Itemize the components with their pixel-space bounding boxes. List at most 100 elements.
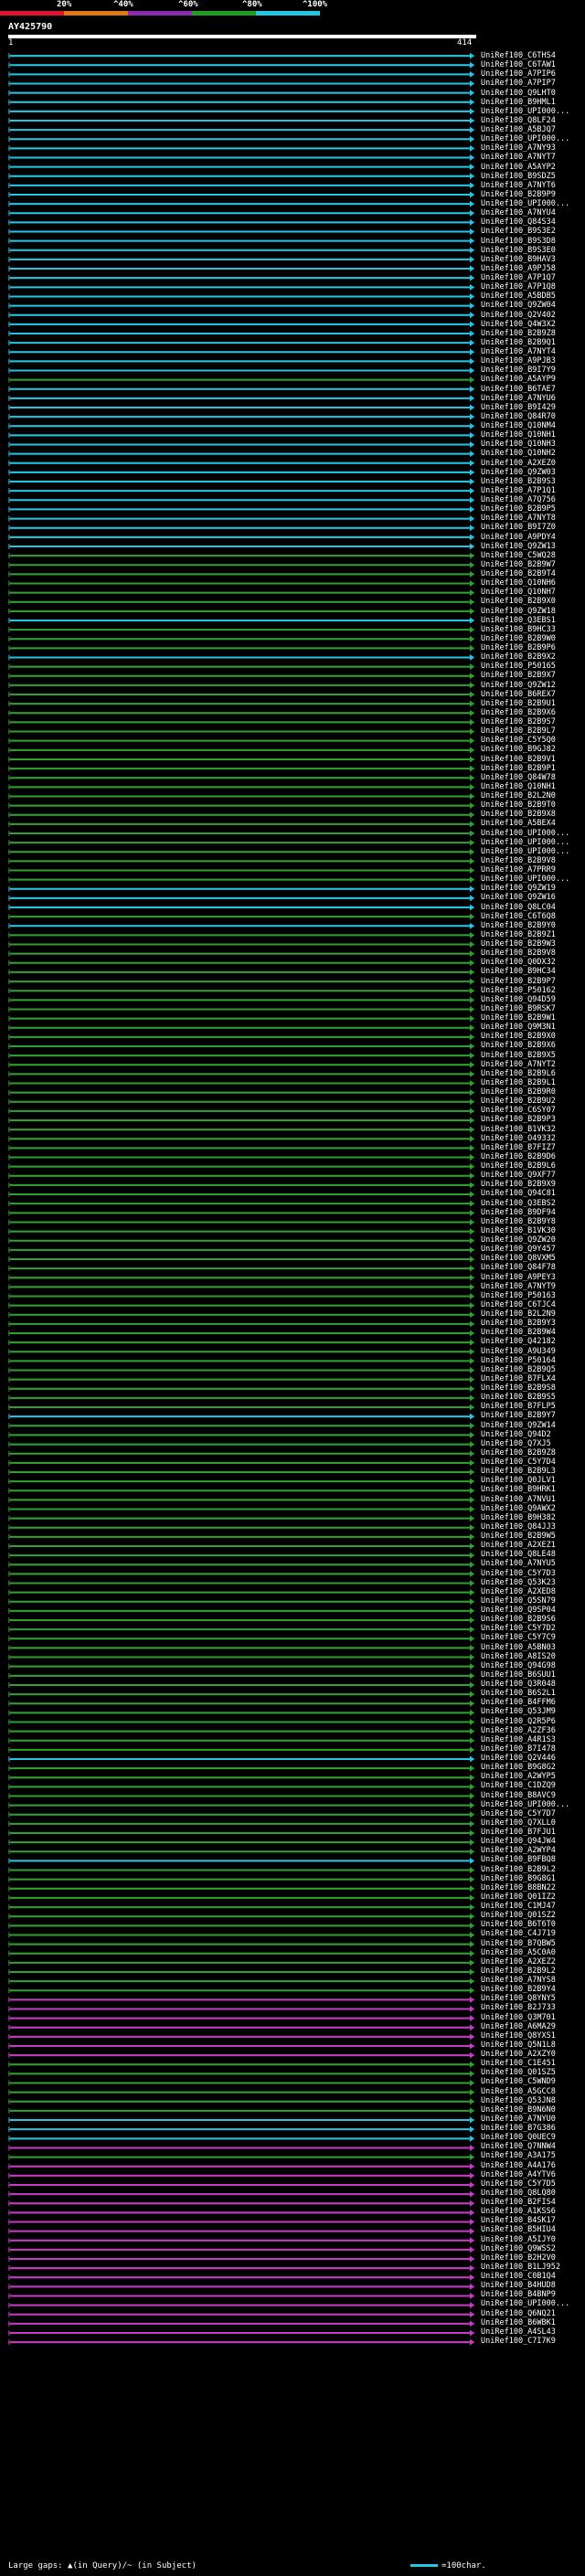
hit-label[interactable]: UniRef100_C5Y7D3 [481,1569,585,1578]
hit-label[interactable]: UniRef100_Q9ZW13 [481,542,585,551]
hit-alignment-row[interactable] [8,144,474,152]
hit-label[interactable]: UniRef100_A2XZY0 [481,2050,585,2059]
hit-label[interactable]: UniRef100_B2B9S5 [481,1393,585,1402]
hit-label[interactable]: UniRef100_B2B9X5 [481,1051,585,1060]
hit-alignment-row[interactable] [8,487,474,494]
hit-alignment-row[interactable] [8,608,474,615]
hit-label[interactable]: UniRef100_Q94C81 [481,1189,585,1198]
hit-label[interactable]: UniRef100_A7P1Q1 [481,486,585,495]
hit-alignment-row[interactable] [8,1108,474,1115]
hit-alignment-row[interactable] [8,1330,474,1337]
hit-label[interactable]: UniRef100_Q9ZW12 [481,681,585,690]
hit-label[interactable]: UniRef100_Q9WSS2 [481,2244,585,2253]
hit-label[interactable]: UniRef100_B5HIU4 [481,2225,585,2234]
hit-alignment-row[interactable] [8,1876,474,1883]
hit-label[interactable]: UniRef100_P50163 [481,1291,585,1300]
hit-alignment-row[interactable] [8,1728,474,1735]
hit-label[interactable]: UniRef100_A9PJ58 [481,264,585,273]
hit-label[interactable]: UniRef100_B7QBW5 [481,1939,585,1948]
hit-alignment-row[interactable] [8,1246,474,1254]
hit-label[interactable]: UniRef100_B2B9P5 [481,504,585,514]
hit-label[interactable]: UniRef100_Q84S34 [481,217,585,227]
hit-alignment-row[interactable] [8,90,474,97]
hit-alignment-row[interactable] [8,2200,474,2207]
hit-label[interactable]: UniRef100_Q7XLL0 [481,1818,585,1828]
hit-label[interactable]: UniRef100_A4YTV6 [481,2170,585,2179]
hit-alignment-row[interactable] [8,154,474,161]
hit-alignment-row[interactable] [8,1218,474,1225]
hit-label[interactable]: UniRef100_B2B9W1 [481,1013,585,1023]
hit-alignment-row[interactable] [8,218,474,226]
hit-label[interactable]: UniRef100_C5WQ28 [481,551,585,560]
hit-alignment-row[interactable] [8,274,474,281]
hit-alignment-row[interactable] [8,2302,474,2309]
hit-alignment-row[interactable] [8,451,474,458]
hit-label[interactable]: UniRef100_B2B9X8 [481,810,585,819]
hit-label[interactable]: UniRef100_Q42182 [481,1337,585,1346]
hit-alignment-row[interactable] [8,525,474,532]
hit-alignment-row[interactable] [8,1256,474,1263]
hit-label[interactable]: UniRef100_UPI000... [481,2299,585,2308]
hit-alignment-row[interactable] [8,626,474,633]
hit-alignment-row[interactable] [8,265,474,272]
hit-label[interactable]: UniRef100_A5BN03 [481,1643,585,1652]
hit-alignment-row[interactable] [8,534,474,541]
hit-label[interactable]: UniRef100_Q10NH2 [481,449,585,458]
hit-alignment-row[interactable] [8,839,474,846]
hit-alignment-row[interactable] [8,1135,474,1142]
hit-alignment-row[interactable] [8,1302,474,1309]
hit-alignment-row[interactable] [8,348,474,355]
hit-label[interactable]: UniRef100_Q9M3N1 [481,1023,585,1032]
hit-alignment-row[interactable] [8,1320,474,1328]
hit-alignment-row[interactable] [8,1552,474,1559]
hit-alignment-row[interactable] [8,1459,474,1467]
hit-alignment-row[interactable] [8,673,474,680]
hit-alignment-row[interactable] [8,1079,474,1087]
hit-label[interactable]: UniRef100_B9DF94 [481,1208,585,1217]
hit-alignment-row[interactable] [8,228,474,236]
hit-label[interactable]: UniRef100_C1E451 [481,2059,585,2068]
hit-alignment-row[interactable] [8,2338,474,2346]
hit-label[interactable]: UniRef100_C6T6Q8 [481,912,585,921]
hit-label[interactable]: UniRef100_B2B9D6 [481,1152,585,1161]
hit-label[interactable]: UniRef100_B9I7Y9 [481,366,585,375]
hit-label[interactable]: UniRef100_Q9ZW19 [481,884,585,893]
hit-alignment-row[interactable] [8,505,474,513]
hit-alignment-row[interactable] [8,543,474,550]
hit-alignment-row[interactable] [8,1654,474,1661]
hit-label[interactable]: UniRef100_A7NYT6 [481,181,585,190]
hit-label[interactable]: UniRef100_A7PIP7 [481,79,585,88]
hit-label[interactable]: UniRef100_Q9ZW18 [481,607,585,616]
hit-alignment-row[interactable] [8,1487,474,1494]
hit-label[interactable]: UniRef100_C6SY07 [481,1106,585,1115]
hit-label[interactable]: UniRef100_B9FBQ8 [481,1855,585,1864]
hit-label[interactable]: UniRef100_B9SDZ5 [481,172,585,181]
hit-alignment-row[interactable] [8,848,474,855]
hit-alignment-row[interactable] [8,1144,474,1151]
hit-alignment-row[interactable] [8,339,474,346]
hit-alignment-row[interactable] [8,747,474,754]
hit-label[interactable]: UniRef100_A9U349 [481,1347,585,1356]
hit-label[interactable]: UniRef100_Q10NH7 [481,588,585,597]
hit-alignment-row[interactable] [8,644,474,652]
hit-label[interactable]: UniRef100_A6MA29 [481,2022,585,2031]
hit-label[interactable]: UniRef100_B4FFM6 [481,1698,585,1707]
hit-alignment-row[interactable] [8,1496,474,1503]
hit-alignment-row[interactable] [8,2329,474,2337]
hit-alignment-row[interactable] [8,2283,474,2290]
hit-label[interactable]: UniRef100_A3A175 [481,2151,585,2160]
hit-alignment-row[interactable] [8,413,474,420]
hit-label[interactable]: UniRef100_UPI000... [481,847,585,856]
hit-alignment-row[interactable] [8,1996,474,2003]
hit-alignment-row[interactable] [8,256,474,263]
hit-label[interactable]: UniRef100_B2B9S7 [481,717,585,726]
hit-alignment-row[interactable] [8,950,474,958]
hit-label[interactable]: UniRef100_B9S3E2 [481,227,585,236]
hit-label[interactable]: UniRef100_B2B9W7 [481,560,585,569]
hit-label[interactable]: UniRef100_B2B9L2 [481,1865,585,1874]
hit-label[interactable]: UniRef100_B2B9Z1 [481,930,585,939]
hit-label[interactable]: UniRef100_C5Y7D5 [481,2179,585,2189]
hit-alignment-row[interactable] [8,431,474,439]
hit-alignment-row[interactable] [8,1542,474,1550]
hit-label[interactable]: UniRef100_B9G8G2 [481,1763,585,1772]
